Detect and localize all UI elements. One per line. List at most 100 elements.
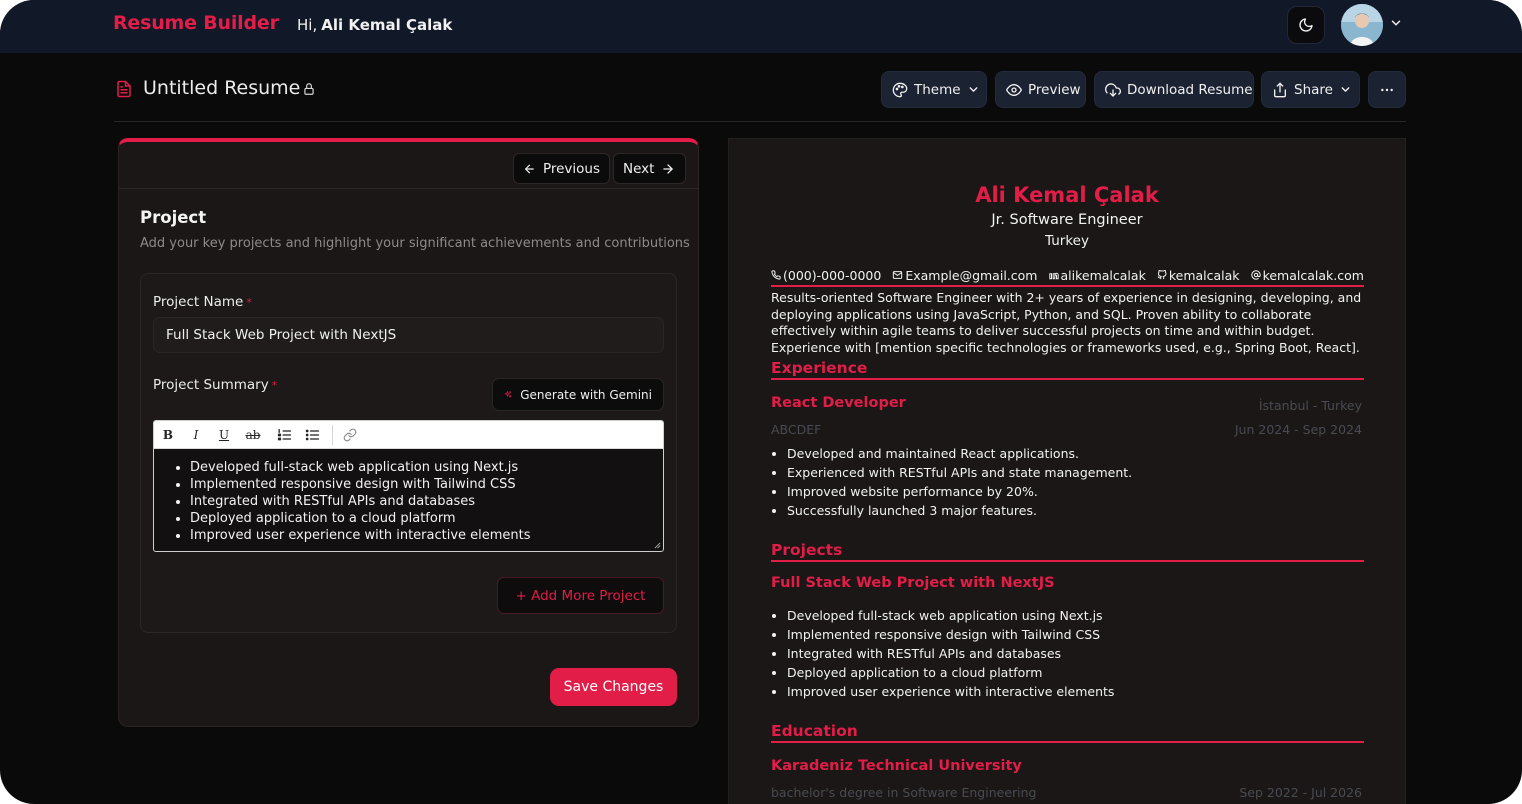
github-icon	[1157, 270, 1167, 280]
contact-linkedin[interactable]: alikemalcalak	[1048, 265, 1146, 285]
education-school: Karadeniz Technical University	[771, 758, 1022, 774]
user-greeting: Hi, Ali Kemal Çalak	[297, 16, 452, 34]
phone-icon	[771, 270, 781, 280]
section-title: Project	[140, 208, 207, 227]
link-icon	[343, 428, 357, 442]
previous-button-label: Previous	[542, 160, 600, 177]
education-dates: Sep 2022 - Jul 2026	[1239, 785, 1362, 800]
theme-toggle-button[interactable]	[1287, 6, 1325, 44]
app-window: Resume Builder Hi, Ali Kemal Çalak Untitl…	[0, 0, 1522, 804]
section-subtitle: Add your key projects and highlight your…	[140, 236, 690, 251]
ordered-list-button[interactable]	[274, 425, 294, 445]
chevron-down-icon[interactable]	[1389, 16, 1403, 30]
contact-email-text: Example@gmail.com	[905, 267, 1038, 283]
sparkle-icon	[504, 391, 512, 398]
editor-toolbar: B I U ab	[154, 421, 663, 449]
theme-button[interactable]: Theme	[881, 71, 987, 108]
ordered-list-icon	[277, 429, 291, 441]
gemini-button-label: Generate with Gemini	[520, 387, 652, 402]
download-button-label: Download Resume	[1127, 81, 1253, 98]
more-options-button[interactable]	[1368, 71, 1406, 108]
project-summary-label-text: Project Summary	[153, 377, 269, 393]
brand-logo[interactable]: Resume Builder	[113, 12, 279, 34]
required-mark: *	[246, 296, 252, 309]
experience-title: React Developer	[771, 395, 906, 411]
cloud-download-icon	[1105, 82, 1121, 97]
resume-contacts: (000)-000-0000 Example@gmail.com alikema…	[771, 265, 1364, 287]
mail-icon	[893, 271, 903, 279]
project-summary-label: Project Summary *	[153, 377, 277, 393]
share-button[interactable]: Share	[1261, 71, 1360, 108]
summary-item: Developed full-stack web application usi…	[190, 459, 663, 476]
share-button-label: Share	[1294, 81, 1333, 98]
project-bullets: Developed full-stack web application usi…	[787, 606, 1377, 701]
experience-bullets: Developed and maintained React applicati…	[787, 444, 1377, 520]
add-more-project-button[interactable]: + Add More Project	[497, 577, 664, 614]
next-button-label: Next	[623, 160, 655, 177]
project-bullet: Improved user experience with interactiv…	[787, 682, 1377, 701]
arrow-left-icon	[525, 164, 534, 173]
resume-role: Jr. Software Engineer	[991, 212, 1143, 228]
generate-with-gemini-button[interactable]: Generate with Gemini	[492, 378, 664, 411]
preview-button-label: Preview	[1028, 81, 1081, 98]
project-entry: Project Name* Project Summary* Generate …	[140, 273, 677, 633]
greeting-text: Hi,	[297, 16, 318, 34]
download-resume-button[interactable]: Download Resume	[1094, 71, 1254, 108]
experience-company: ABCDEF	[771, 422, 822, 437]
project-name-label: Project Name *	[153, 294, 252, 310]
chevron-down-icon	[969, 87, 978, 92]
resize-handle-icon[interactable]	[654, 542, 661, 549]
contact-phone-text: (000)-000-0000	[783, 267, 882, 283]
contact-website-text: kemalcalak.com	[1262, 267, 1364, 283]
avatar[interactable]	[1341, 4, 1383, 46]
share-icon	[1274, 82, 1286, 97]
eye-icon	[1006, 83, 1022, 96]
bold-button[interactable]: B	[160, 425, 176, 445]
resume-title[interactable]: Untitled Resume	[143, 77, 300, 99]
experience-location: İstanbul - Turkey	[1258, 398, 1362, 413]
bullet-list-button[interactable]	[302, 425, 322, 445]
top-navbar: Resume Builder Hi, Ali Kemal Çalak	[0, 0, 1522, 53]
lock-icon[interactable]	[302, 81, 316, 97]
at-sign-icon	[1250, 270, 1261, 280]
experience-dates: Jun 2024 - Sep 2024	[1234, 422, 1362, 437]
experience-heading: Experience	[771, 359, 1364, 380]
experience-bullet: Developed and maintained React applicati…	[787, 444, 1377, 463]
bullet-list-icon	[305, 429, 319, 441]
resume-preview: Ali Kemal Çalak Jr. Software Engineer Tu…	[728, 138, 1406, 804]
contact-github[interactable]: kemalcalak	[1157, 265, 1240, 285]
project-bullet: Deployed application to a cloud platform	[787, 663, 1377, 682]
summary-item: Integrated with RESTful APIs and databas…	[190, 493, 663, 510]
resume-summary: Results-oriented Software Engineer with …	[771, 290, 1362, 356]
file-text-icon	[117, 80, 131, 98]
resume-name: Ali Kemal Çalak	[975, 183, 1159, 207]
previous-button[interactable]: Previous	[513, 153, 610, 184]
next-button[interactable]: Next	[613, 153, 686, 184]
contact-github-text: kemalcalak	[1168, 267, 1240, 283]
save-changes-button[interactable]: Save Changes	[550, 668, 677, 706]
underline-button[interactable]: U	[216, 425, 232, 445]
linkedin-icon	[1048, 272, 1059, 280]
italic-button[interactable]: I	[188, 425, 204, 445]
summary-item: Implemented responsive design with Tailw…	[190, 476, 663, 493]
education-degree: bachelor's degree in Software Engineerin…	[771, 785, 1037, 800]
summary-bullet-list[interactable]: Developed full-stack web application usi…	[154, 459, 663, 544]
summary-rich-text-editor[interactable]: B I U ab Developed full-st	[153, 420, 664, 552]
experience-bullet: Improved website performance by 20%.	[787, 482, 1377, 501]
chevron-down-icon	[1341, 87, 1350, 92]
summary-item: Deployed application to a cloud platform	[190, 510, 663, 527]
strikethrough-button[interactable]: ab	[242, 425, 264, 445]
project-name-label-text: Project Name	[153, 294, 244, 310]
contact-phone[interactable]: (000)-000-0000	[771, 265, 881, 285]
arrow-right-icon	[663, 163, 674, 174]
header-divider	[114, 121, 1406, 122]
more-horizontal-icon	[1381, 88, 1393, 91]
project-name-input[interactable]	[153, 317, 664, 353]
contact-email[interactable]: Example@gmail.com	[892, 265, 1037, 285]
link-button[interactable]	[340, 425, 360, 445]
card-separator	[119, 188, 698, 189]
contact-website[interactable]: kemalcalak.com	[1250, 265, 1364, 285]
experience-bullet: Successfully launched 3 major features.	[787, 501, 1377, 520]
preview-button[interactable]: Preview	[995, 71, 1086, 108]
toolbar-separator	[332, 425, 333, 445]
